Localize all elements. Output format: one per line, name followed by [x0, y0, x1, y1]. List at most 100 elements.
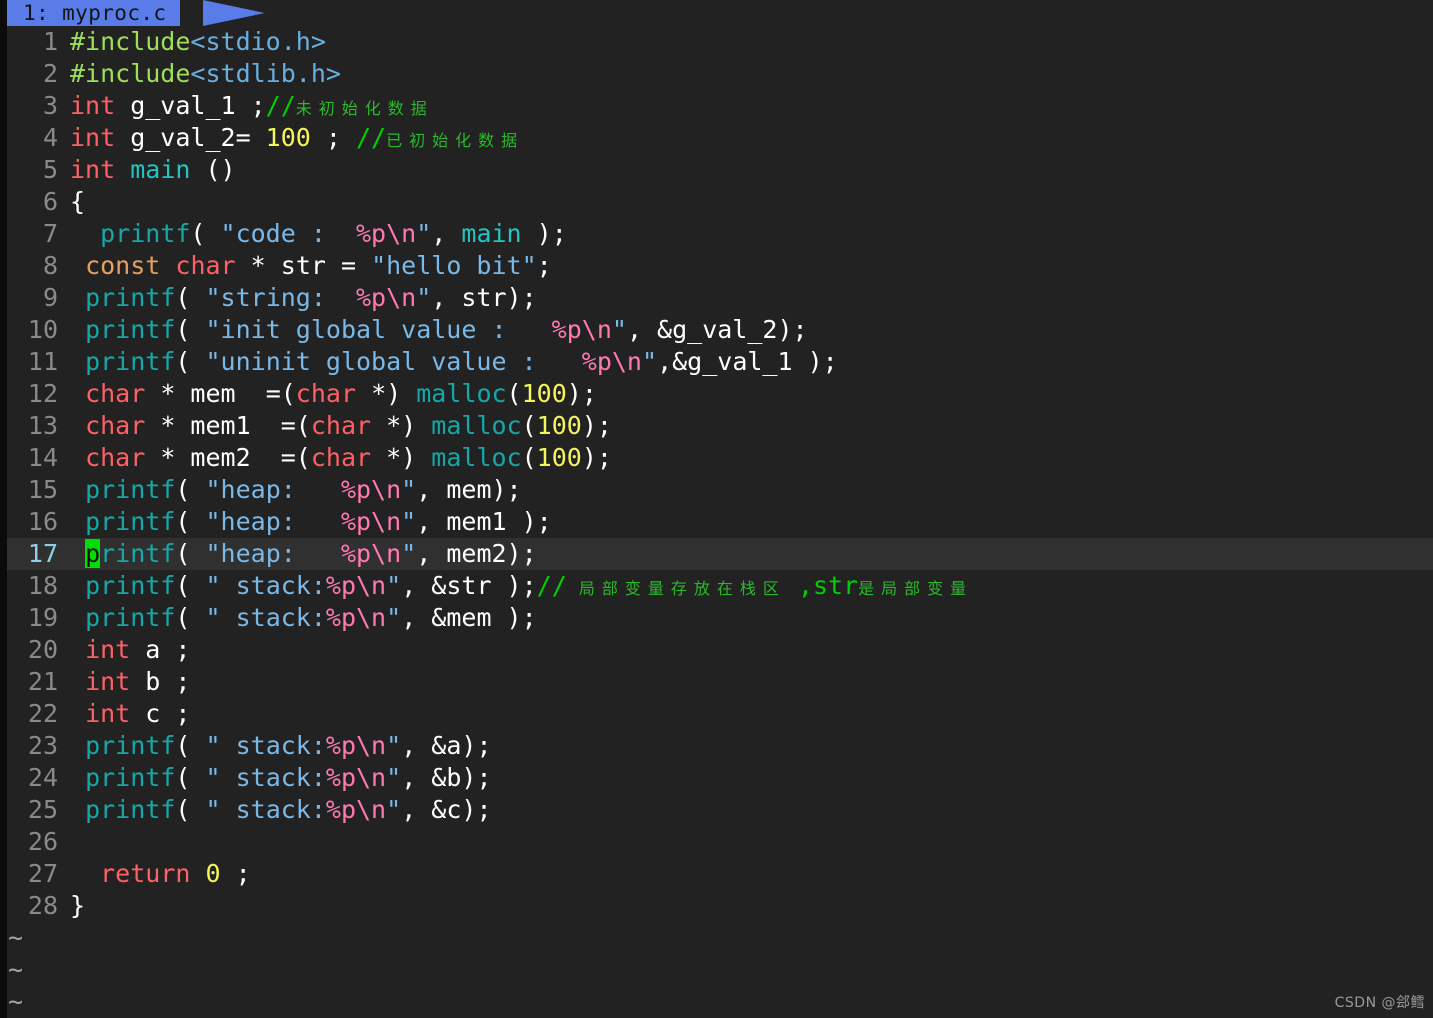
code-token: malloc	[431, 411, 522, 440]
line-number: 15	[27, 475, 58, 504]
code-line[interactable]: 16 printf( "heap: %p\n", mem1 );	[0, 506, 1433, 538]
code-line[interactable]: 15 printf( "heap: %p\n", mem);	[0, 474, 1433, 506]
tab-label: 1: myproc.c	[23, 1, 167, 25]
code-line[interactable]: 12 char * mem =(char *) malloc(100);	[0, 378, 1433, 410]
code-line[interactable]: 5 int main ()	[0, 154, 1433, 186]
code-token: printf	[85, 283, 176, 312]
code-token: %p\n	[356, 219, 417, 248]
line-source: int g_val_1 ;//未初始化数据	[58, 90, 434, 125]
code-token: //	[536, 571, 567, 600]
code-token: "	[386, 763, 402, 792]
line-number: 6	[42, 187, 58, 216]
code-line[interactable]: 14 char * mem2 =(char *) malloc(100);	[0, 442, 1433, 474]
text-cursor: p	[85, 539, 101, 568]
line-source: char * mem2 =(char *) malloc(100);	[58, 442, 612, 474]
code-token: printf	[85, 731, 176, 760]
code-line[interactable]: 22 int c ;	[0, 698, 1433, 730]
code-token: *)	[356, 379, 417, 408]
code-token: * mem1 =(	[145, 411, 311, 440]
code-token: ,&g_val_1 );	[657, 347, 838, 376]
code-token: , &g_val_2);	[626, 315, 808, 344]
line-number: 23	[27, 731, 58, 760]
code-line[interactable]: 18 printf( " stack:%p\n", &str );// 局部变量…	[0, 570, 1433, 602]
code-token: (	[521, 443, 537, 472]
code-token: printf	[100, 219, 191, 248]
code-token: (	[175, 731, 206, 760]
code-line[interactable]: 11 printf( "uninit global value : %p\n",…	[0, 346, 1433, 378]
line-source: #include<stdio.h>	[58, 26, 326, 58]
code-token: (	[175, 539, 206, 568]
code-line[interactable]: 9 printf( "string: %p\n", str);	[0, 282, 1433, 314]
code-line[interactable]: 7 printf( "code : %p\n", main );	[0, 218, 1433, 250]
code-line[interactable]: 20 int a ;	[0, 634, 1433, 666]
line-number: 19	[27, 603, 58, 632]
code-token: 已初始化数据	[386, 131, 525, 150]
code-line[interactable]: 24 printf( " stack:%p\n", &b);	[0, 762, 1433, 794]
code-buffer[interactable]: 1 #include<stdio.h> 2 #include<stdlib.h> 3 in…	[0, 26, 1433, 1018]
line-source: printf( "init global value : %p\n", &g_v…	[58, 314, 808, 346]
code-token: * mem2 =(	[145, 443, 311, 472]
code-token: int	[70, 155, 116, 184]
code-token: (	[175, 763, 206, 792]
code-token: *)	[371, 443, 432, 472]
code-line[interactable]: 13 char * mem1 =(char *) malloc(100);	[0, 410, 1433, 442]
code-token: %p\n	[340, 507, 402, 536]
code-token: "	[386, 603, 402, 632]
code-token: ,str	[797, 571, 859, 600]
code-token: " stack:	[205, 731, 326, 760]
code-token: printf	[85, 475, 176, 504]
code-line[interactable]: 19 printf( " stack:%p\n", &mem );	[0, 602, 1433, 634]
code-line[interactable]: 17 printf( "heap: %p\n", mem2);	[0, 538, 1433, 570]
line-source: return 0 ;	[58, 858, 251, 890]
code-token: %p\n	[325, 731, 387, 760]
code-token: char	[85, 379, 146, 408]
code-line[interactable]: 21 int b ;	[0, 666, 1433, 698]
code-line[interactable]: 26	[0, 826, 1433, 858]
code-line[interactable]: 1 #include<stdio.h>	[0, 26, 1433, 58]
code-line[interactable]: 3 int g_val_1 ;//未初始化数据	[0, 90, 1433, 122]
code-token: const	[85, 251, 161, 280]
code-token: (	[521, 411, 537, 440]
code-line[interactable]: 6{	[0, 186, 1433, 218]
code-line[interactable]: 27 return 0 ;	[0, 858, 1433, 890]
code-token: "	[401, 539, 417, 568]
empty-line-marker: ~	[8, 923, 24, 952]
code-line[interactable]: 4 int g_val_2= 100 ; //已初始化数据	[0, 122, 1433, 154]
line-number: 2	[42, 59, 58, 88]
line-source: #include<stdlib.h>	[58, 58, 341, 90]
code-token: "	[416, 283, 432, 312]
code-token: //	[265, 91, 296, 120]
line-source: const char * str = "hello bit";	[58, 250, 552, 282]
code-line[interactable]: 23 printf( " stack:%p\n", &a);	[0, 730, 1433, 762]
code-token: , str);	[431, 283, 537, 312]
line-number: 26	[27, 827, 58, 856]
code-token: "	[611, 315, 627, 344]
code-line[interactable]: 25 printf( " stack:%p\n", &c);	[0, 794, 1433, 826]
line-number: 20	[27, 635, 58, 664]
code-token: (	[190, 219, 221, 248]
code-line[interactable]: 8 const char * str = "hello bit";	[0, 250, 1433, 282]
code-token: , &str );	[401, 571, 537, 600]
code-token: (	[175, 283, 206, 312]
code-line[interactable]: 10 printf( "init global value : %p\n", &…	[0, 314, 1433, 346]
active-tab-arrow	[203, 0, 265, 26]
line-number: 8	[42, 251, 58, 280]
tab-myproc-c[interactable]: 1: myproc.c	[7, 0, 181, 26]
code-token: (	[175, 603, 206, 632]
code-line[interactable]: 2 #include<stdlib.h>	[0, 58, 1433, 90]
code-line[interactable]: 28}	[0, 890, 1433, 922]
csdn-watermark: CSDN @郐鳕	[1334, 995, 1425, 1011]
code-token: %p\n	[340, 539, 402, 568]
code-token: );	[566, 379, 597, 408]
